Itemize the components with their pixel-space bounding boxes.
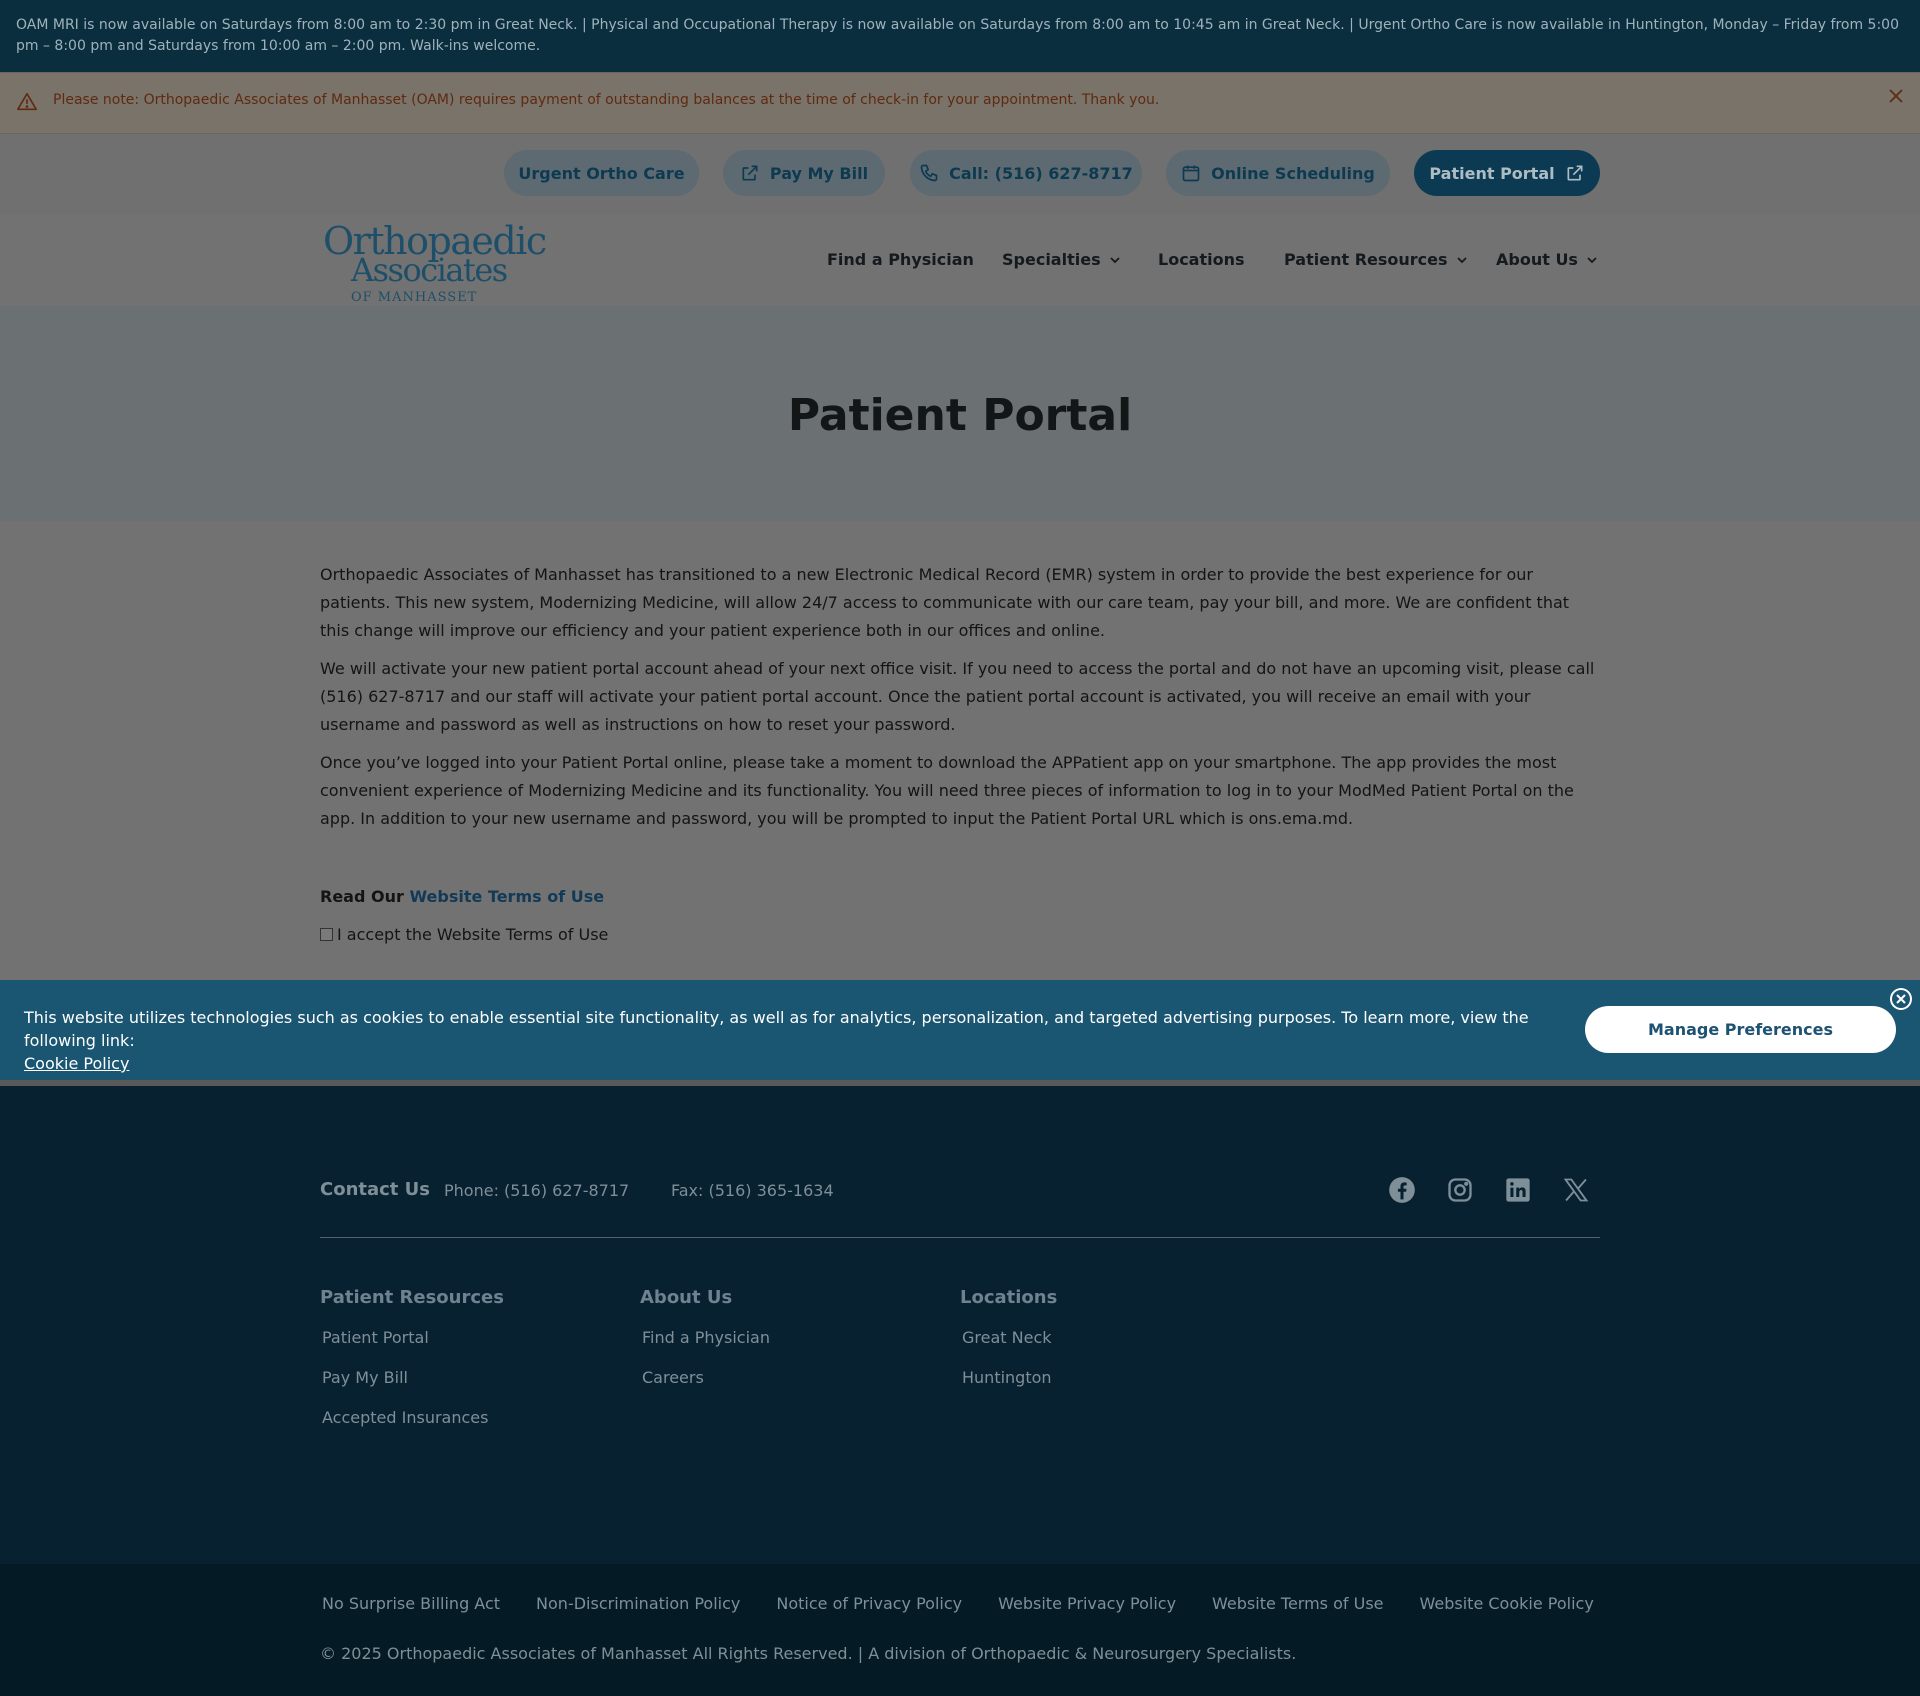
main-content: Orthopaedic Associates of Manhasset has … [0,521,1920,980]
nav-about-us[interactable]: About Us [1496,250,1598,269]
intro-paragraph: Orthopaedic Associates of Manhasset has … [320,565,1570,640]
accept-terms-row: I accept the Website Terms of Use [320,925,608,944]
legal-bar: No Surprise Billing Act Non-Discriminati… [0,1564,1920,1696]
footer-column-title: About Us [640,1287,733,1308]
urgent-ortho-care-button[interactable]: Urgent Ortho Care [504,150,699,196]
legal-link[interactable]: Website Privacy Policy [998,1594,1176,1613]
chevron-down-icon [1587,256,1597,263]
announcement-text: OAM MRI is now available on Saturdays fr… [16,17,1899,54]
copyright: © 2025 Orthopaedic Associates of Manhass… [320,1644,1297,1663]
linkedin-icon[interactable] [1504,1176,1532,1204]
terms-read-line: Read Our Website Terms of Use [320,887,604,906]
nav-patient-resources[interactable]: Patient Resources [1284,250,1468,269]
page-hero: Patient Portal [0,306,1920,521]
footer-link[interactable]: Great Neck [962,1328,1057,1351]
utility-bar: Urgent Ortho Care Pay My Bill Call: (516… [0,134,1920,214]
legal-links: No Surprise Billing Act Non-Discriminati… [322,1594,1594,1613]
footer-column-patient-resources: Patient Resources Patient Portal Pay My … [320,1287,504,1448]
cookie-banner: This website utilizes technologies such … [0,980,1920,1080]
cookie-message: This website utilizes technologies such … [24,1008,1529,1050]
logo-line-2: Associates [351,251,508,289]
payment-alert: Please note: Orthopaedic Associates of M… [0,72,1920,134]
manage-preferences-label: Manage Preferences [1647,1020,1834,1039]
chevron-down-icon [1456,256,1467,263]
nav-find-a-physician[interactable]: Find a Physician [827,250,974,269]
urgent-ortho-care-label: Urgent Ortho Care [518,163,685,183]
terms-read-prefix: Read Our [320,887,404,906]
phone-icon [920,164,938,182]
nav-label: About Us [1496,250,1578,269]
nav-label: Specialties [1002,250,1101,269]
alert-message: Please note: Orthopaedic Associates of M… [53,92,1160,108]
website-terms-link[interactable]: Website Terms of Use [409,887,604,906]
accept-terms-checkbox[interactable] [320,928,333,941]
footer-column-about-us: About Us Find a Physician Careers [640,1287,770,1408]
accept-terms-label[interactable]: I accept the Website Terms of Use [337,925,608,944]
close-icon[interactable] [1889,987,1913,1011]
cookie-policy-link[interactable]: Cookie Policy [24,1054,129,1073]
call-button[interactable]: Call: (516) 627-8717 [910,150,1142,196]
activation-paragraph: We will activate your new patient portal… [320,659,1595,734]
nav-locations[interactable]: Locations [1158,250,1245,269]
announcement-bar: OAM MRI is now available on Saturdays fr… [0,0,1920,72]
nav-label: Find a Physician [827,250,974,269]
x-icon[interactable] [1562,1176,1590,1204]
legal-link[interactable]: Non-Discrimination Policy [536,1594,740,1613]
external-link-icon [1567,165,1583,181]
legal-link[interactable]: No Surprise Billing Act [322,1594,500,1613]
footer-link[interactable]: Careers [642,1368,770,1391]
nav-specialties[interactable]: Specialties [1002,250,1121,269]
footer-divider [320,1237,1600,1238]
legal-link[interactable]: Website Cookie Policy [1420,1594,1594,1613]
close-icon[interactable] [1886,86,1906,106]
patient-portal-label: Patient Portal [1429,163,1555,183]
legal-link[interactable]: Notice of Privacy Policy [776,1594,962,1613]
site-logo[interactable]: Orthopaedic Associates OF MANHASSET [323,222,547,305]
facebook-icon[interactable] [1388,1176,1416,1204]
warning-icon [17,92,37,111]
app-paragraph: Once you’ve logged into your Patient Por… [320,753,1574,828]
site-footer: Contact Us Phone: (516) 627-8717 Fax: (5… [0,1086,1920,1564]
external-link-icon [742,165,758,181]
cookie-text: This website utilizes technologies such … [24,1006,1554,1075]
footer-column-title: Locations [960,1287,1058,1308]
patient-portal-button[interactable]: Patient Portal [1414,150,1600,196]
online-scheduling-label: Online Scheduling [1211,163,1375,183]
footer-column-title: Patient Resources [320,1287,504,1308]
page-title: Patient Portal [787,390,1133,441]
call-label: Call: (516) 627-8717 [949,163,1133,183]
footer-link[interactable]: Huntington [962,1368,1057,1391]
footer-link[interactable]: Accepted Insurances [322,1408,504,1431]
pay-my-bill-button[interactable]: Pay My Bill [723,150,885,196]
calendar-icon [1182,165,1200,182]
logo-line-3: OF MANHASSET [351,290,478,305]
pay-my-bill-label: Pay My Bill [769,163,869,183]
nav-label: Locations [1158,250,1245,269]
contact-title: Contact Us [320,1179,431,1200]
manage-preferences-button[interactable]: Manage Preferences [1585,1006,1896,1053]
site-header: Orthopaedic Associates OF MANHASSET Find… [0,214,1920,306]
footer-link[interactable]: Patient Portal [322,1328,504,1351]
footer-column-locations: Locations Great Neck Huntington [960,1287,1057,1408]
online-scheduling-button[interactable]: Online Scheduling [1166,150,1390,196]
instagram-icon[interactable] [1446,1176,1474,1204]
chevron-down-icon [1109,256,1120,263]
footer-link[interactable]: Find a Physician [642,1328,770,1351]
legal-link[interactable]: Website Terms of Use [1212,1594,1383,1613]
contact-fax: Fax: (516) 365-1634 [671,1181,834,1200]
contact-phone[interactable]: Phone: (516) 627-8717 [444,1181,629,1200]
footer-link[interactable]: Pay My Bill [322,1368,504,1391]
nav-label: Patient Resources [1284,250,1448,269]
